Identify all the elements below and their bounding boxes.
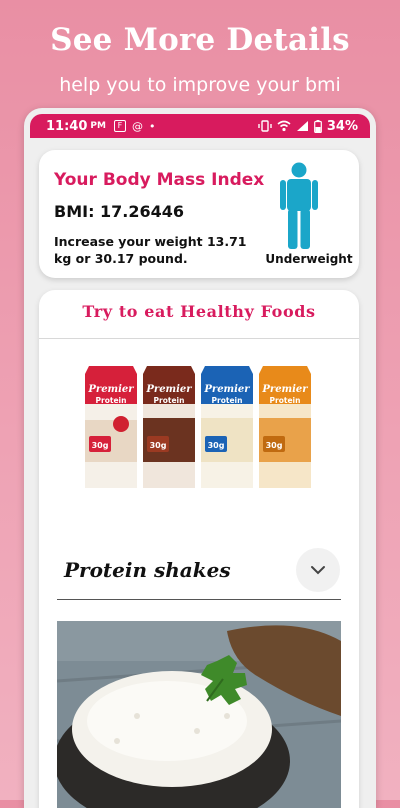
expand-button[interactable] (296, 548, 340, 592)
food-item-name: Protein shakes (64, 558, 231, 582)
notification-icon: F (113, 120, 126, 132)
chevron-down-icon (311, 566, 325, 575)
carton-brand: Premier (261, 384, 308, 395)
rice-bowl-image (57, 621, 341, 808)
carton-sub: Protein (270, 396, 301, 405)
dot-icon: • (148, 119, 156, 133)
food-card-title: Try to eat Healthy Foods (82, 302, 316, 321)
carton-sub: Protein (154, 396, 185, 405)
carton-brand: Premier (203, 384, 250, 395)
battery-percent: 34% (326, 118, 358, 134)
carton-brand: Premier (87, 384, 134, 395)
carton-sub: Protein (212, 396, 243, 405)
promo-subtitle: help you to improve your bmi (59, 74, 341, 96)
wifi-icon (277, 120, 291, 132)
phone-frame: 11:40 PM F @ • 34% Your Body Mass Index … (24, 108, 376, 808)
status-ampm: PM (90, 121, 106, 131)
protein-shake-image: Premier Protein 30g Premier Protein 30g (85, 366, 311, 488)
carton-grams: 30g (266, 441, 283, 450)
at-icon: @ (131, 119, 143, 133)
carton-grams: 30g (92, 441, 109, 450)
bmi-card: Your Body Mass Index BMI: 17.26446 Incre… (39, 150, 359, 278)
carton-grams: 30g (150, 441, 167, 450)
battery-icon (313, 119, 322, 133)
signal-icon (296, 121, 308, 131)
bmi-title: Your Body Mass Index (54, 170, 265, 190)
bmi-advice: Increase your weight 13.71 kg or 30.17 p… (54, 234, 247, 266)
carton-brand: Premier (145, 384, 192, 395)
carton-grams: 30g (208, 441, 225, 450)
food-card: Try to eat Healthy Foods Premier Protein… (39, 290, 359, 808)
promo-title: See More Details (50, 22, 350, 58)
status-bar: 11:40 PM F @ • 34% (30, 114, 370, 138)
body-figure-icon (280, 162, 318, 249)
item-divider (57, 599, 341, 600)
vibrate-icon (258, 120, 272, 132)
divider (39, 338, 359, 339)
carton-sub: Protein (96, 396, 127, 405)
status-time: 11:40 (46, 118, 88, 134)
bmi-value: BMI: 17.26446 (54, 202, 185, 221)
bmi-category: Underweight (265, 252, 353, 266)
